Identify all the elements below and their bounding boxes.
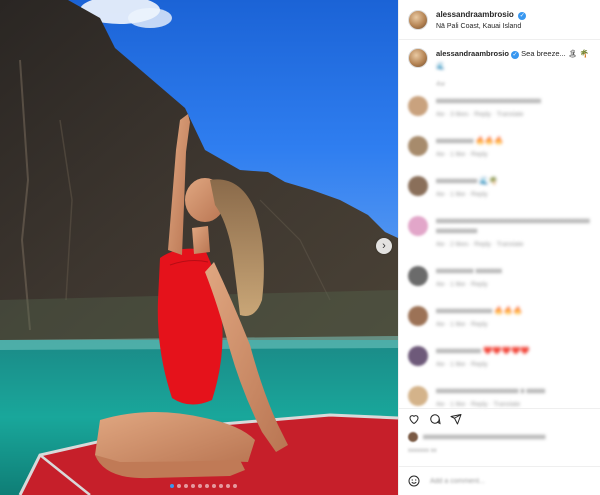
comment-item: xxxxxxxxxxx 🌊🌴 4w · 1 like · Reply: [399, 176, 600, 198]
likes-summary[interactable]: xxxxxxxxxxxxxxxxxxxxxxxxxxxxxxxxxxx: [408, 432, 546, 442]
heart-icon: [409, 414, 419, 424]
comment-item: xxxxxxxxxxxxxxxxxxxxxxxxxxxxxxxxxxxxxxxx…: [399, 216, 600, 248]
carousel-dot: [184, 484, 188, 488]
comments-list: xxxxxxxxxxxxxxxxxxxxxxxxxxxx 4w · 3 likes…: [399, 96, 600, 426]
caption-username-link[interactable]: alessandraambrosio: [436, 49, 509, 58]
carousel-dot: [205, 484, 209, 488]
share-icon: [450, 413, 462, 424]
avatar[interactable]: [408, 9, 428, 30]
carousel-indicator: [170, 484, 237, 488]
post-side-panel: alessandraambrosio ✓ Nā Pali Coast, Kaua…: [398, 0, 600, 495]
comment-meta[interactable]: 4w · 1 like · Reply · Translate: [436, 401, 592, 408]
comment-meta[interactable]: 4w · 2 likes · Reply · Translate: [436, 241, 592, 248]
liker-avatar: [408, 432, 418, 442]
caption-text: Sea breeze... 🏝 🌴: [521, 49, 589, 58]
location-link[interactable]: Nā Pali Coast, Kauai Island: [436, 21, 526, 33]
caption-emoji: 🌊: [436, 63, 445, 70]
carousel-dot: [191, 484, 195, 488]
comment-text: xxxxxxxxxx xxxxxxx: [436, 266, 502, 275]
comment-item: xxxxxxxxxx xxxxxxx 4w · 1 like · Reply: [399, 266, 600, 288]
comment-meta[interactable]: 4w · 1 like · Reply: [436, 191, 592, 198]
add-comment-input[interactable]: Add a comment...: [430, 478, 485, 485]
post-photo-illustration: [0, 0, 398, 495]
comment-button[interactable]: [429, 413, 441, 425]
carousel-dot: [170, 484, 174, 488]
carousel-dot: [226, 484, 230, 488]
comment-item: xxxxxxxxxxxx ❤️❤️❤️❤️❤️ 4w · 1 like · Rep…: [399, 346, 600, 368]
post-date: xxxxxxx xx: [408, 448, 437, 454]
verified-badge-icon: ✓: [518, 11, 527, 20]
like-button[interactable]: [408, 413, 420, 425]
username-link[interactable]: alessandraambrosio: [436, 10, 514, 19]
carousel-dot: [177, 484, 181, 488]
comment-avatar[interactable]: [408, 136, 428, 156]
comment-meta[interactable]: 4w · 1 like · Reply: [436, 281, 592, 288]
comment-text: xxxxxxxxxxxxxxxxxxxxxx x xxxxx: [436, 386, 546, 395]
likes-text: xxxxxxxxxxxxxxxxxxxxxxxxxxxxxxxxxxx: [423, 433, 546, 441]
comment-avatar[interactable]: [408, 176, 428, 196]
comment-avatar[interactable]: [408, 96, 428, 116]
verified-badge-icon: ✓: [511, 51, 520, 59]
comment-avatar[interactable]: [408, 306, 428, 326]
comment-meta[interactable]: 4w · 1 like · Reply: [436, 151, 592, 158]
post-image[interactable]: ›: [0, 0, 398, 495]
comment-item: xxxxxxxxxxxxxxxxxxxxxx x xxxxx 4w · 1 lik…: [399, 386, 600, 408]
add-comment-bar[interactable]: Add a comment...: [399, 466, 600, 495]
caption-timestamp: 4w: [436, 81, 445, 88]
comment-text: xxxxxxxxxxx 🌊🌴: [436, 176, 499, 185]
comment-item: xxxxxxxxxx 🔥🔥🔥 4w · 1 like · Reply: [399, 136, 600, 158]
post-caption: alessandraambrosio ✓ Sea breeze... 🏝 🌴 🌊: [399, 40, 600, 72]
emoji-icon[interactable]: [408, 475, 420, 487]
comment-meta[interactable]: 4w · 1 like · Reply: [436, 361, 592, 368]
comment-text: xxxxxxxxxxxxxxxxxxxxxxxxxxxx: [436, 96, 541, 105]
comment-text: xxxxxxxxxxxxxxxxxxxxxxxxxxxxxxxxxxxxxxxx…: [436, 216, 590, 235]
comment-text: xxxxxxxxxxxx ❤️❤️❤️❤️❤️: [436, 346, 530, 355]
comment-avatar[interactable]: [408, 216, 428, 236]
caption-avatar[interactable]: [408, 48, 428, 68]
comment-item: xxxxxxxxxxxxxxx 🔥🔥🔥 4w · 1 like · Reply: [399, 306, 600, 328]
carousel-dot: [233, 484, 237, 488]
comment-item: xxxxxxxxxxxxxxxxxxxxxxxxxxxx 4w · 3 likes…: [399, 96, 600, 118]
comment-text: xxxxxxxxxx 🔥🔥🔥: [436, 136, 504, 145]
comment-meta[interactable]: 4w · 3 likes · Reply · Translate: [436, 111, 592, 118]
next-arrow-icon: ›: [382, 240, 386, 252]
carousel-dot: [198, 484, 202, 488]
action-bar: [399, 408, 600, 428]
carousel-dot: [212, 484, 216, 488]
comment-avatar[interactable]: [408, 266, 428, 286]
post-header: alessandraambrosio ✓ Nā Pali Coast, Kaua…: [399, 0, 600, 40]
carousel-dot: [219, 484, 223, 488]
next-image-button[interactable]: ›: [376, 238, 392, 254]
comment-avatar[interactable]: [408, 386, 428, 406]
comment-icon: [430, 413, 441, 424]
comment-meta[interactable]: 4w · 1 like · Reply: [436, 321, 592, 328]
comment-avatar[interactable]: [408, 346, 428, 366]
share-button[interactable]: [450, 413, 462, 425]
comment-text: xxxxxxxxxxxxxxx 🔥🔥🔥: [436, 306, 523, 315]
